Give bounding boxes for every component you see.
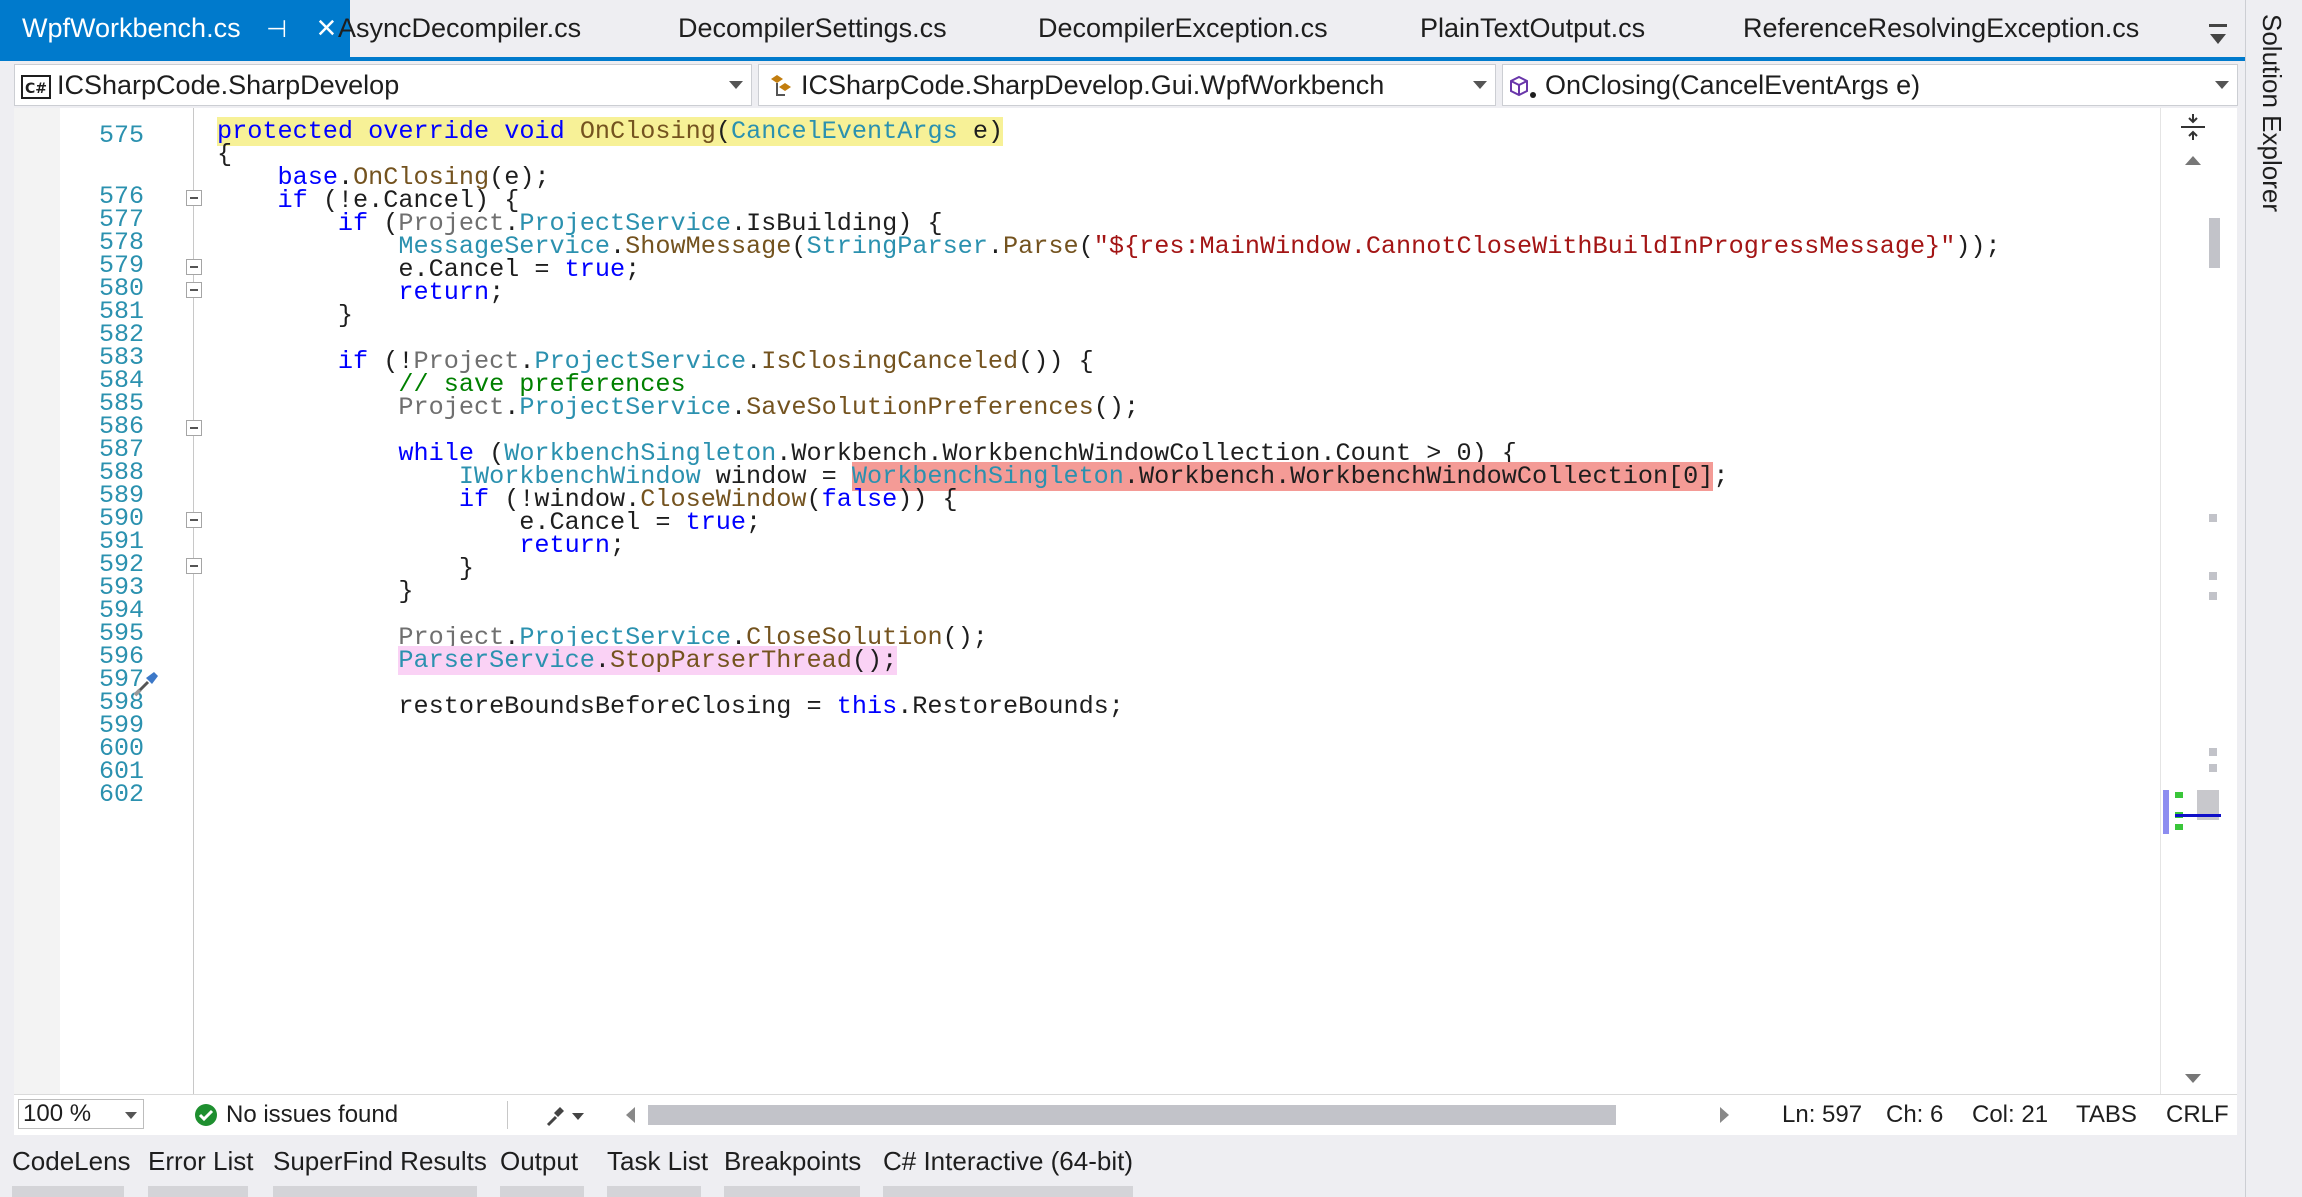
tab-referenceresolvingexception[interactable]: ReferenceResolvingException.cs — [1743, 0, 2139, 57]
tab-label: ReferenceResolvingException.cs — [1743, 13, 2140, 43]
active-tab-underline — [0, 57, 2245, 61]
split-window-icon[interactable] — [2179, 112, 2207, 142]
tab-asyncdecompiler[interactable]: AsyncDecompiler.cs — [338, 0, 581, 57]
tab-label: AsyncDecompiler.cs — [338, 13, 582, 43]
tab-codelens[interactable]: CodeLens — [12, 1146, 131, 1177]
chevron-down-icon[interactable] — [729, 81, 743, 89]
code-line-576: protected override void OnClosing(Cancel… — [217, 117, 1004, 146]
change-marker — [2175, 824, 2183, 830]
change-marker — [2175, 792, 2183, 798]
tab-output[interactable]: Output — [500, 1146, 578, 1177]
close-icon[interactable]: × — [317, 0, 337, 57]
scroll-right-icon[interactable] — [1720, 1107, 1729, 1123]
zoom-dropdown[interactable]: 100 % — [18, 1099, 144, 1129]
tab-indicator — [273, 1186, 477, 1197]
map-marker — [2209, 592, 2217, 600]
type-name: ICSharpCode.SharpDevelop.Gui.WpfWorkbenc… — [801, 70, 1385, 100]
tab-breakpoints[interactable]: Breakpoints — [724, 1146, 861, 1177]
char-indicator[interactable]: Ch: 6 — [1886, 1095, 1943, 1135]
vertical-scrollbar[interactable] — [2160, 108, 2224, 1094]
check-circle-icon — [195, 1104, 217, 1126]
type-dropdown[interactable]: ICSharpCode.SharpDevelop.Gui.WpfWorkbenc… — [758, 64, 1496, 106]
line-indicator[interactable]: Ln: 597 — [1782, 1095, 1862, 1135]
map-marker — [2209, 764, 2217, 772]
tab-label: WpfWorkbench.cs — [22, 13, 241, 43]
scroll-up-icon[interactable] — [2185, 156, 2201, 165]
tab-indicator — [883, 1186, 1133, 1197]
code-cleanup-brush-icon[interactable] — [544, 1103, 590, 1129]
chevron-down-icon[interactable] — [1473, 81, 1487, 89]
collapse-icon[interactable] — [186, 190, 202, 206]
scroll-left-icon[interactable] — [626, 1107, 635, 1123]
solution-explorer-tab[interactable]: Solution Explorer — [2256, 14, 2287, 212]
project-name: ICSharpCode.SharpDevelop — [57, 70, 400, 100]
code-line-599: ParserService.StopParserThread(); — [398, 646, 898, 675]
tab-superfind-results[interactable]: SuperFind Results — [273, 1146, 487, 1177]
pin-icon[interactable]: ⊣ — [266, 1, 287, 58]
collapse-icon[interactable] — [186, 558, 202, 574]
tab-overflow-icon[interactable] — [2208, 20, 2228, 50]
tab-label: DecompilerException.cs — [1038, 13, 1328, 43]
zoom-level: 100 % — [23, 1100, 92, 1127]
tab-indicator — [500, 1186, 584, 1197]
method-icon — [1510, 75, 1536, 98]
horizontal-scroll-thumb[interactable] — [648, 1105, 1616, 1125]
column-indicator[interactable]: Col: 21 — [1972, 1095, 2048, 1135]
csharp-project-icon: C# — [21, 74, 51, 99]
tab-indicator — [12, 1186, 124, 1197]
chevron-down-icon[interactable] — [125, 1112, 137, 1119]
collapse-icon[interactable] — [186, 282, 202, 298]
collapse-icon[interactable] — [186, 512, 202, 528]
code-line-596: } — [217, 577, 414, 606]
tab-task-list[interactable]: Task List — [607, 1146, 708, 1177]
project-dropdown[interactable]: C# ICSharpCode.SharpDevelop — [14, 64, 752, 106]
scroll-thumb[interactable] — [2209, 218, 2220, 268]
svg-text:C#: C# — [25, 81, 47, 97]
tab-plaintextoutput[interactable]: PlainTextOutput.cs — [1420, 0, 1645, 57]
line-ending[interactable]: CRLF — [2166, 1095, 2229, 1135]
collapse-icon[interactable] — [186, 259, 202, 275]
change-marker — [2163, 790, 2169, 834]
class-icon — [771, 74, 791, 96]
tab-csharp-interactive[interactable]: C# Interactive (64-bit) — [883, 1146, 1133, 1177]
tab-indicator — [607, 1186, 701, 1197]
collapse-icon[interactable] — [186, 420, 202, 436]
divider — [507, 1101, 508, 1129]
tab-indicator — [724, 1186, 860, 1197]
code-line-588: Project.ProjectService.SaveSolutionPrefe… — [398, 393, 1140, 422]
tab-decompilerexception[interactable]: DecompilerException.cs — [1038, 0, 1328, 57]
member-name: OnClosing(CancelEventArgs e) — [1545, 70, 1921, 100]
map-marker — [2209, 748, 2217, 756]
tab-label: DecompilerSettings.cs — [678, 13, 947, 43]
scroll-down-icon[interactable] — [2185, 1074, 2201, 1083]
line-number: 602 — [98, 780, 144, 809]
code-line-601: restoreBoundsBeforeClosing = this.Restor… — [217, 692, 1124, 721]
tab-label: PlainTextOutput.cs — [1420, 13, 1646, 43]
tab-wpfworkbench[interactable]: WpfWorkbench.cs ⊣ × — [0, 0, 351, 58]
tab-decompilersettings[interactable]: DecompilerSettings.cs — [678, 0, 947, 57]
map-marker — [2209, 572, 2217, 580]
code-line-584: } — [217, 301, 354, 330]
indent-mode[interactable]: TABS — [2076, 1095, 2137, 1135]
quick-actions-brush-icon[interactable] — [132, 668, 162, 698]
tab-error-list[interactable]: Error List — [148, 1146, 253, 1177]
line-number: 575 — [98, 121, 144, 150]
tab-indicator — [148, 1186, 248, 1197]
member-dropdown[interactable]: OnClosing(CancelEventArgs e) — [1502, 64, 2238, 106]
outline-guide — [193, 108, 194, 1094]
indicator-margin[interactable] — [14, 108, 60, 1094]
chevron-down-icon[interactable] — [2215, 81, 2229, 89]
caret-position-marker — [2175, 814, 2221, 817]
map-marker — [2209, 514, 2217, 522]
document-tab-bar: WpfWorkbench.cs ⊣ × AsyncDecompiler.cs D… — [0, 0, 2245, 60]
editor-status-bar: 100 % No issues found Ln: 597 Ch: 6 Col:… — [14, 1094, 2237, 1135]
issues-status[interactable]: No issues found — [226, 1095, 398, 1135]
